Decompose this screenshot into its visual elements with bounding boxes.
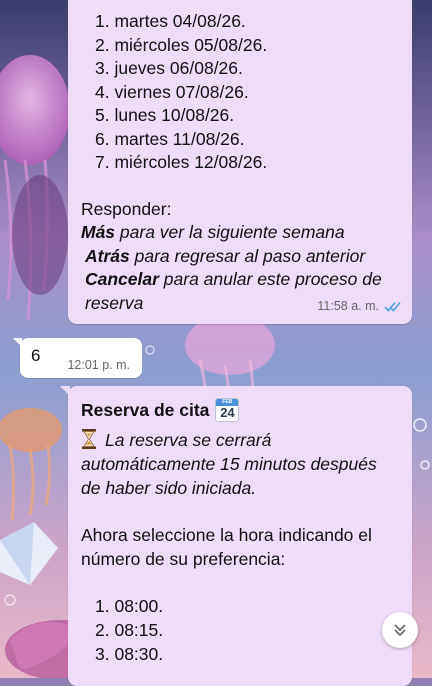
- day-option: 2. miércoles 05/08/26.: [95, 34, 268, 55]
- chevron-double-down-icon: [394, 624, 406, 637]
- reply-header: Responder:: [81, 198, 172, 219]
- reserva-warning-text: La reserva se cerrará automáticamente 15…: [81, 430, 377, 498]
- reserva-warning: La reserva se cerrará automáticamente 15…: [81, 428, 400, 500]
- message-meta: 11:58 a. m.: [317, 295, 402, 319]
- message-time: 11:58 a. m.: [317, 298, 379, 313]
- hourglass-icon: [82, 429, 96, 449]
- message-time: 12:01 p. m.: [67, 358, 130, 372]
- reply-description: para regresar al paso anterior: [129, 245, 366, 266]
- reply-option-atras: Atrás para regresar al paso anterior: [81, 245, 400, 269]
- reply-keyword: Cancelar: [85, 269, 159, 289]
- day-option: 3. jueves 06/08/26.: [95, 58, 243, 78]
- day-option: 4. viernes 07/08/26.: [95, 81, 249, 102]
- day-option-list: 1. martes 04/08/26. 2. miércoles 05/08/2…: [81, 10, 400, 175]
- calendar-day: 24: [220, 405, 235, 420]
- day-option: 1. martes 04/08/26.: [95, 11, 246, 31]
- scroll-down-button[interactable]: [382, 612, 418, 648]
- time-option: 1. 08:00.: [95, 596, 164, 616]
- message-reserva: Reserva de cita FEB 24 La reserva se cer…: [60, 386, 412, 686]
- double-check-icon: [384, 301, 401, 312]
- reply-description: para ver la siguiente semana: [115, 222, 345, 242]
- reserva-prompt: Ahora seleccione la hora indicando el nú…: [81, 525, 372, 569]
- reserva-title-text: Reserva de cita: [81, 400, 210, 420]
- day-option: 7. miércoles 12/08/26.: [95, 152, 268, 172]
- reserva-title: Reserva de cita FEB 24: [81, 398, 400, 422]
- day-option: 5. lunes 10/08/26.: [95, 105, 235, 125]
- time-option-list: 1. 08:00. 2. 08:15. 3. 08:30.: [81, 594, 400, 666]
- reply-keyword: Más: [81, 222, 116, 242]
- message-day-options: 1. martes 04/08/26. 2. miércoles 05/08/2…: [68, 0, 412, 324]
- reply-keyword: Atrás: [85, 245, 130, 266]
- day-option: 6. martes 11/08/26.: [95, 128, 245, 149]
- reply-option-mas: Más para ver la siguiente semana: [81, 221, 400, 245]
- message-user-reply: 6 12:01 p. m.: [13, 338, 142, 378]
- user-reply-text: 6: [31, 346, 41, 365]
- time-option: 3. 08:30.: [95, 644, 164, 664]
- message-meta: 12:01 p. m.: [67, 358, 130, 372]
- time-option: 2. 08:15.: [95, 620, 164, 640]
- calendar-icon: FEB 24: [215, 398, 240, 422]
